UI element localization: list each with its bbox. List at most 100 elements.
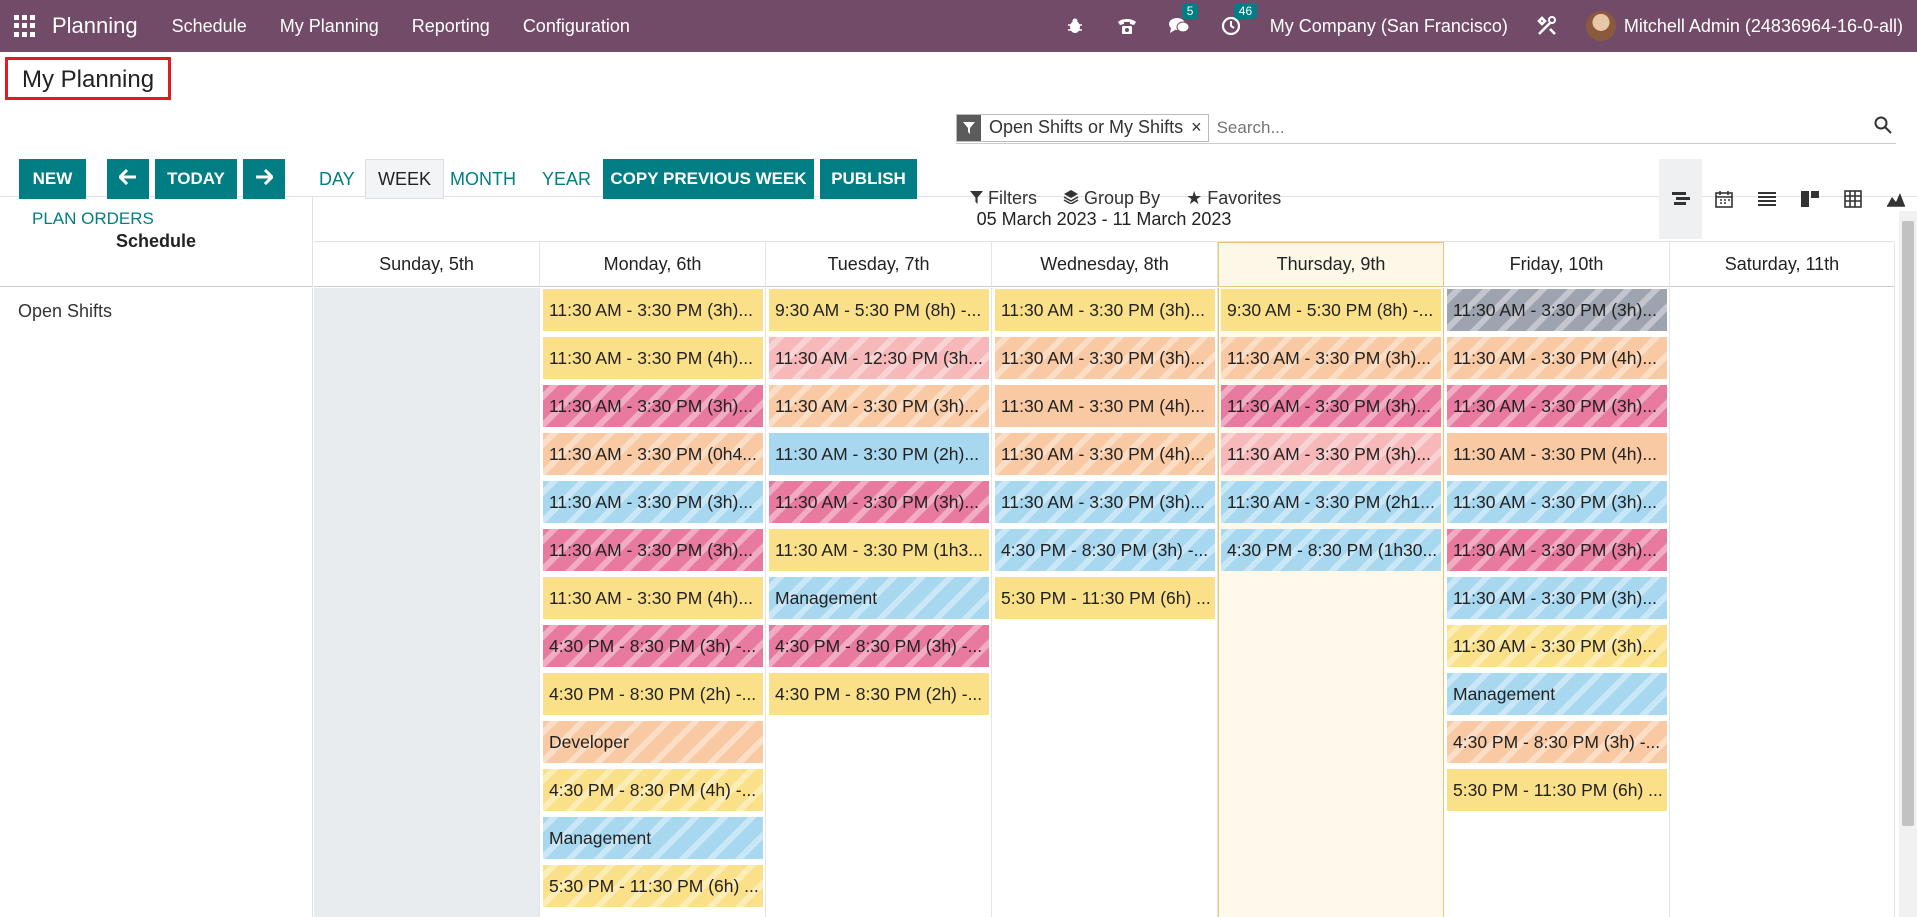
remove-facet-icon[interactable]: × bbox=[1191, 117, 1208, 138]
messages-badge: 5 bbox=[1181, 3, 1199, 19]
shift-pill[interactable]: 11:30 AM - 3:30 PM (3h)... bbox=[995, 337, 1215, 379]
menu-my-planning[interactable]: My Planning bbox=[280, 16, 379, 37]
gantt-view: Schedule 05 March 2023 - 11 March 2023 S… bbox=[0, 197, 1917, 917]
scale-year[interactable]: YEAR bbox=[530, 159, 603, 199]
phone-icon[interactable] bbox=[1114, 13, 1140, 39]
tools-icon[interactable] bbox=[1534, 13, 1560, 39]
shift-pill[interactable]: 11:30 AM - 3:30 PM (3h)... bbox=[1447, 625, 1667, 667]
shift-pill[interactable]: Management bbox=[1447, 673, 1667, 715]
shift-pill[interactable]: 11:30 AM - 12:30 PM (3h... bbox=[769, 337, 989, 379]
shift-pill[interactable]: 4:30 PM - 8:30 PM (3h) -... bbox=[995, 529, 1215, 571]
shift-pill[interactable]: 9:30 AM - 5:30 PM (8h) -... bbox=[769, 289, 989, 331]
day-header-monday: Monday, 6th bbox=[540, 242, 766, 287]
navbar-systray: 5 46 My Company (San Francisco) Mitchell… bbox=[1062, 3, 1903, 41]
activities-badge: 46 bbox=[1233, 3, 1258, 19]
shift-pill[interactable]: 11:30 AM - 3:30 PM (3h)... bbox=[1221, 385, 1441, 427]
shift-pill[interactable]: 11:30 AM - 3:30 PM (3h)... bbox=[543, 385, 763, 427]
shift-pill[interactable]: 11:30 AM - 3:30 PM (3h)... bbox=[1447, 577, 1667, 619]
scale-week[interactable]: WEEK bbox=[365, 159, 445, 199]
previous-button[interactable] bbox=[107, 159, 149, 199]
gantt-date-range: 05 March 2023 - 11 March 2023 bbox=[314, 197, 1894, 242]
shift-pill[interactable]: 11:30 AM - 3:30 PM (2h1... bbox=[1221, 481, 1441, 523]
shift-pill[interactable]: 4:30 PM - 8:30 PM (1h30... bbox=[1221, 529, 1441, 571]
new-button[interactable]: NEW bbox=[19, 159, 86, 199]
shift-pill[interactable]: Management bbox=[769, 577, 989, 619]
shift-pill[interactable]: 11:30 AM - 3:30 PM (3h)... bbox=[1447, 529, 1667, 571]
shift-pill[interactable]: 11:30 AM - 3:30 PM (3h)... bbox=[769, 385, 989, 427]
shift-pill[interactable]: 11:30 AM - 3:30 PM (3h)... bbox=[1221, 433, 1441, 475]
shift-pill[interactable]: 11:30 AM - 3:30 PM (3h)... bbox=[1447, 385, 1667, 427]
search-input[interactable] bbox=[1216, 117, 1874, 138]
vertical-scrollbar[interactable] bbox=[1899, 211, 1917, 917]
app-menu-icon[interactable] bbox=[14, 15, 36, 37]
shift-pill[interactable]: 11:30 AM - 3:30 PM (4h)... bbox=[543, 337, 763, 379]
activities-clock-icon[interactable]: 46 bbox=[1218, 3, 1258, 39]
shift-pill[interactable]: 11:30 AM - 3:30 PM (3h)... bbox=[543, 289, 763, 331]
shift-pill[interactable]: 11:30 AM - 3:30 PM (2h)... bbox=[769, 433, 989, 475]
shift-pill[interactable]: 11:30 AM - 3:30 PM (4h)... bbox=[543, 577, 763, 619]
user-avatar bbox=[1585, 11, 1616, 41]
company-switcher[interactable]: My Company (San Francisco) bbox=[1270, 16, 1508, 37]
gantt-row-labels bbox=[0, 288, 313, 917]
shift-pill[interactable]: 4:30 PM - 8:30 PM (2h) -... bbox=[769, 673, 989, 715]
debug-bug-icon[interactable] bbox=[1062, 13, 1088, 39]
menu-schedule[interactable]: Schedule bbox=[172, 16, 247, 37]
publish-button[interactable]: PUBLISH bbox=[820, 159, 917, 199]
shift-pill[interactable]: 11:30 AM - 3:30 PM (3h)... bbox=[995, 289, 1215, 331]
menu-reporting[interactable]: Reporting bbox=[412, 16, 490, 37]
day-header-tuesday: Tuesday, 7th bbox=[766, 242, 992, 287]
shift-pill[interactable]: 5:30 PM - 11:30 PM (6h) ... bbox=[543, 865, 763, 907]
scrollbar-thumb[interactable] bbox=[1902, 221, 1914, 826]
day-header-saturday: Saturday, 11th bbox=[1670, 242, 1895, 287]
day-column-saturday[interactable] bbox=[1670, 288, 1895, 917]
app-brand[interactable]: Planning bbox=[52, 13, 138, 39]
copy-previous-week-button[interactable]: COPY PREVIOUS WEEK bbox=[603, 159, 814, 199]
shift-pill[interactable]: 4:30 PM - 8:30 PM (3h) -... bbox=[1447, 721, 1667, 763]
shift-pill[interactable]: 4:30 PM - 8:30 PM (4h) -... bbox=[543, 769, 763, 811]
shift-pill[interactable]: 5:30 PM - 11:30 PM (6h) ... bbox=[1447, 769, 1667, 811]
today-button[interactable]: TODAY bbox=[155, 159, 237, 199]
next-button[interactable] bbox=[243, 159, 285, 199]
shift-pill[interactable]: Management bbox=[543, 817, 763, 859]
shift-pill[interactable]: 11:30 AM - 3:30 PM (0h4... bbox=[543, 433, 763, 475]
arrow-left-icon bbox=[117, 168, 137, 190]
page-title: My Planning bbox=[5, 57, 172, 100]
shift-pill[interactable]: 4:30 PM - 8:30 PM (3h) -... bbox=[543, 625, 763, 667]
shift-pill[interactable]: 11:30 AM - 3:30 PM (3h)... bbox=[1447, 289, 1667, 331]
day-column-sunday[interactable] bbox=[314, 288, 540, 917]
shift-pill[interactable]: 11:30 AM - 3:30 PM (4h)... bbox=[995, 433, 1215, 475]
shift-pill[interactable]: 11:30 AM - 3:30 PM (3h)... bbox=[543, 529, 763, 571]
shift-pill[interactable]: 11:30 AM - 3:30 PM (4h)... bbox=[1447, 337, 1667, 379]
filter-funnel-icon bbox=[957, 114, 981, 141]
day-column-thursday[interactable] bbox=[1218, 288, 1444, 917]
shift-pill[interactable]: 11:30 AM - 3:30 PM (4h)... bbox=[1447, 433, 1667, 475]
scale-month[interactable]: MONTH bbox=[438, 159, 528, 199]
row-open-shifts[interactable]: Open Shifts bbox=[18, 301, 112, 322]
shift-pill[interactable]: 11:30 AM - 3:30 PM (3h)... bbox=[1221, 337, 1441, 379]
shift-pill[interactable]: Developer bbox=[543, 721, 763, 763]
shift-pill[interactable]: 11:30 AM - 3:30 PM (1h3... bbox=[769, 529, 989, 571]
search-facet: Open Shifts or My Shifts × bbox=[956, 113, 1209, 142]
shift-pill[interactable]: 11:30 AM - 3:30 PM (3h)... bbox=[769, 481, 989, 523]
messages-icon[interactable]: 5 bbox=[1166, 3, 1199, 39]
shift-pill[interactable]: 11:30 AM - 3:30 PM (3h)... bbox=[543, 481, 763, 523]
search-icon[interactable] bbox=[1874, 116, 1892, 139]
shift-pill[interactable]: 4:30 PM - 8:30 PM (3h) -... bbox=[769, 625, 989, 667]
arrow-right-icon bbox=[255, 168, 275, 190]
user-name: Mitchell Admin (24836964-16-0-all) bbox=[1623, 15, 1903, 36]
top-navbar: Planning Schedule My Planning Reporting … bbox=[0, 0, 1917, 52]
main-menu: Schedule My Planning Reporting Configura… bbox=[172, 16, 630, 37]
scale-day[interactable]: DAY bbox=[307, 159, 367, 199]
day-header-sunday: Sunday, 5th bbox=[314, 242, 540, 287]
menu-configuration[interactable]: Configuration bbox=[523, 16, 630, 37]
shift-pill[interactable]: 11:30 AM - 3:30 PM (3h)... bbox=[995, 481, 1215, 523]
shift-pill[interactable]: 4:30 PM - 8:30 PM (2h) -... bbox=[543, 673, 763, 715]
user-menu[interactable]: Mitchell Admin (24836964-16-0-all) bbox=[1585, 11, 1903, 41]
day-header-thursday: Thursday, 9th bbox=[1218, 242, 1444, 287]
shift-pill[interactable]: 5:30 PM - 11:30 PM (6h) ... bbox=[995, 577, 1215, 619]
shift-pill[interactable]: 9:30 AM - 5:30 PM (8h) -... bbox=[1221, 289, 1441, 331]
shift-pill[interactable]: 11:30 AM - 3:30 PM (3h)... bbox=[1447, 481, 1667, 523]
shift-pill[interactable]: 11:30 AM - 3:30 PM (4h)... bbox=[995, 385, 1215, 427]
day-header-friday: Friday, 10th bbox=[1444, 242, 1670, 287]
control-panel: My Planning NEW TODAY DAY WEEK MONTH YEA… bbox=[0, 52, 1917, 239]
